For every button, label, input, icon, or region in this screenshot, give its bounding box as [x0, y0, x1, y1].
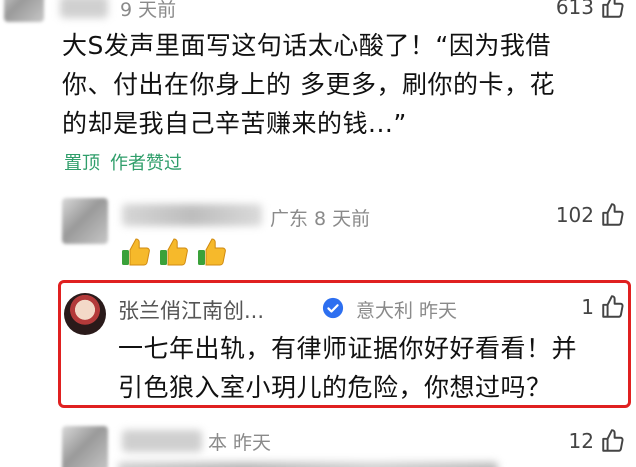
avatar-blurred[interactable]	[62, 426, 108, 467]
username-blurred[interactable]	[122, 204, 262, 226]
comment-text: 大S发声里面写这句话太心酸了！“因为我借 你、付出在你身上的 多更多，刷你的卡，…	[62, 26, 555, 143]
thumbs-up-icon	[602, 429, 624, 452]
thumbs-up-icon	[602, 203, 624, 226]
avatar[interactable]	[64, 293, 106, 335]
comment-location-time: 广东 8 天前	[270, 208, 371, 230]
comment-1: 9 天前 613 大S发声里面写这句话太心酸了！“因为我借 你、付出在你身上的 …	[0, 0, 636, 180]
like-button[interactable]: 102	[556, 202, 626, 228]
avatar-blurred[interactable]	[62, 198, 108, 244]
thumbs-up-emoji-icon	[198, 238, 226, 266]
comment-text-line: 一七年出轨，有律师证据你好好看看！并	[118, 334, 578, 363]
thumbs-up-icon	[602, 0, 624, 18]
thumbs-up-emoji-icon	[122, 238, 150, 266]
comment-4: 本 昨天 12	[0, 420, 636, 467]
comment-text-blurred	[118, 462, 498, 467]
like-count: 12	[568, 429, 594, 453]
comment-text-line: 引色狼入室小玥儿的危险，你想过吗？	[118, 373, 552, 402]
comment-text-line: 你、付出在你身上的 多更多，刷你的卡，花	[62, 70, 555, 99]
like-count: 102	[555, 203, 594, 227]
like-button[interactable]: 12	[569, 428, 626, 454]
comment-3: 张兰俏江南创... 意大利 昨天 1 一七年出轨，有律师证据你好好看看！并 引色…	[0, 285, 636, 405]
emoji-row	[120, 236, 228, 268]
thumbs-up-icon	[602, 295, 624, 318]
comment-time: 9 天前	[120, 0, 177, 21]
thumbs-up-emoji-icon	[160, 238, 188, 266]
avatar-blurred[interactable]	[4, 0, 44, 22]
pinned-tag: 置顶	[64, 153, 100, 174]
verified-badge-icon	[322, 297, 344, 319]
comment-text: 一七年出轨，有律师证据你好好看看！并 引色狼入室小玥儿的危险，你想过吗？	[118, 329, 577, 407]
comment-text-line: 的却是我自己辛苦赚来的钱...”	[62, 109, 407, 138]
comment-tags: 置顶 作者赞过	[64, 149, 182, 175]
comment-location-time: 本 昨天	[208, 432, 272, 454]
username-blurred[interactable]	[122, 430, 202, 452]
comment-2: 广东 8 天前 102	[0, 190, 636, 275]
comment-text-line: 大S发声里面写这句话太心酸了！“因为我借	[62, 31, 551, 60]
like-count: 613	[555, 0, 594, 19]
author-liked-tag: 作者赞过	[110, 153, 182, 174]
username-blurred[interactable]	[60, 0, 108, 18]
like-button[interactable]: 1	[581, 294, 626, 320]
like-count: 1	[581, 295, 594, 319]
comment-location-time: 意大利 昨天	[356, 300, 458, 322]
like-button[interactable]: 613	[556, 0, 626, 20]
username[interactable]: 张兰俏江南创...	[118, 295, 264, 325]
